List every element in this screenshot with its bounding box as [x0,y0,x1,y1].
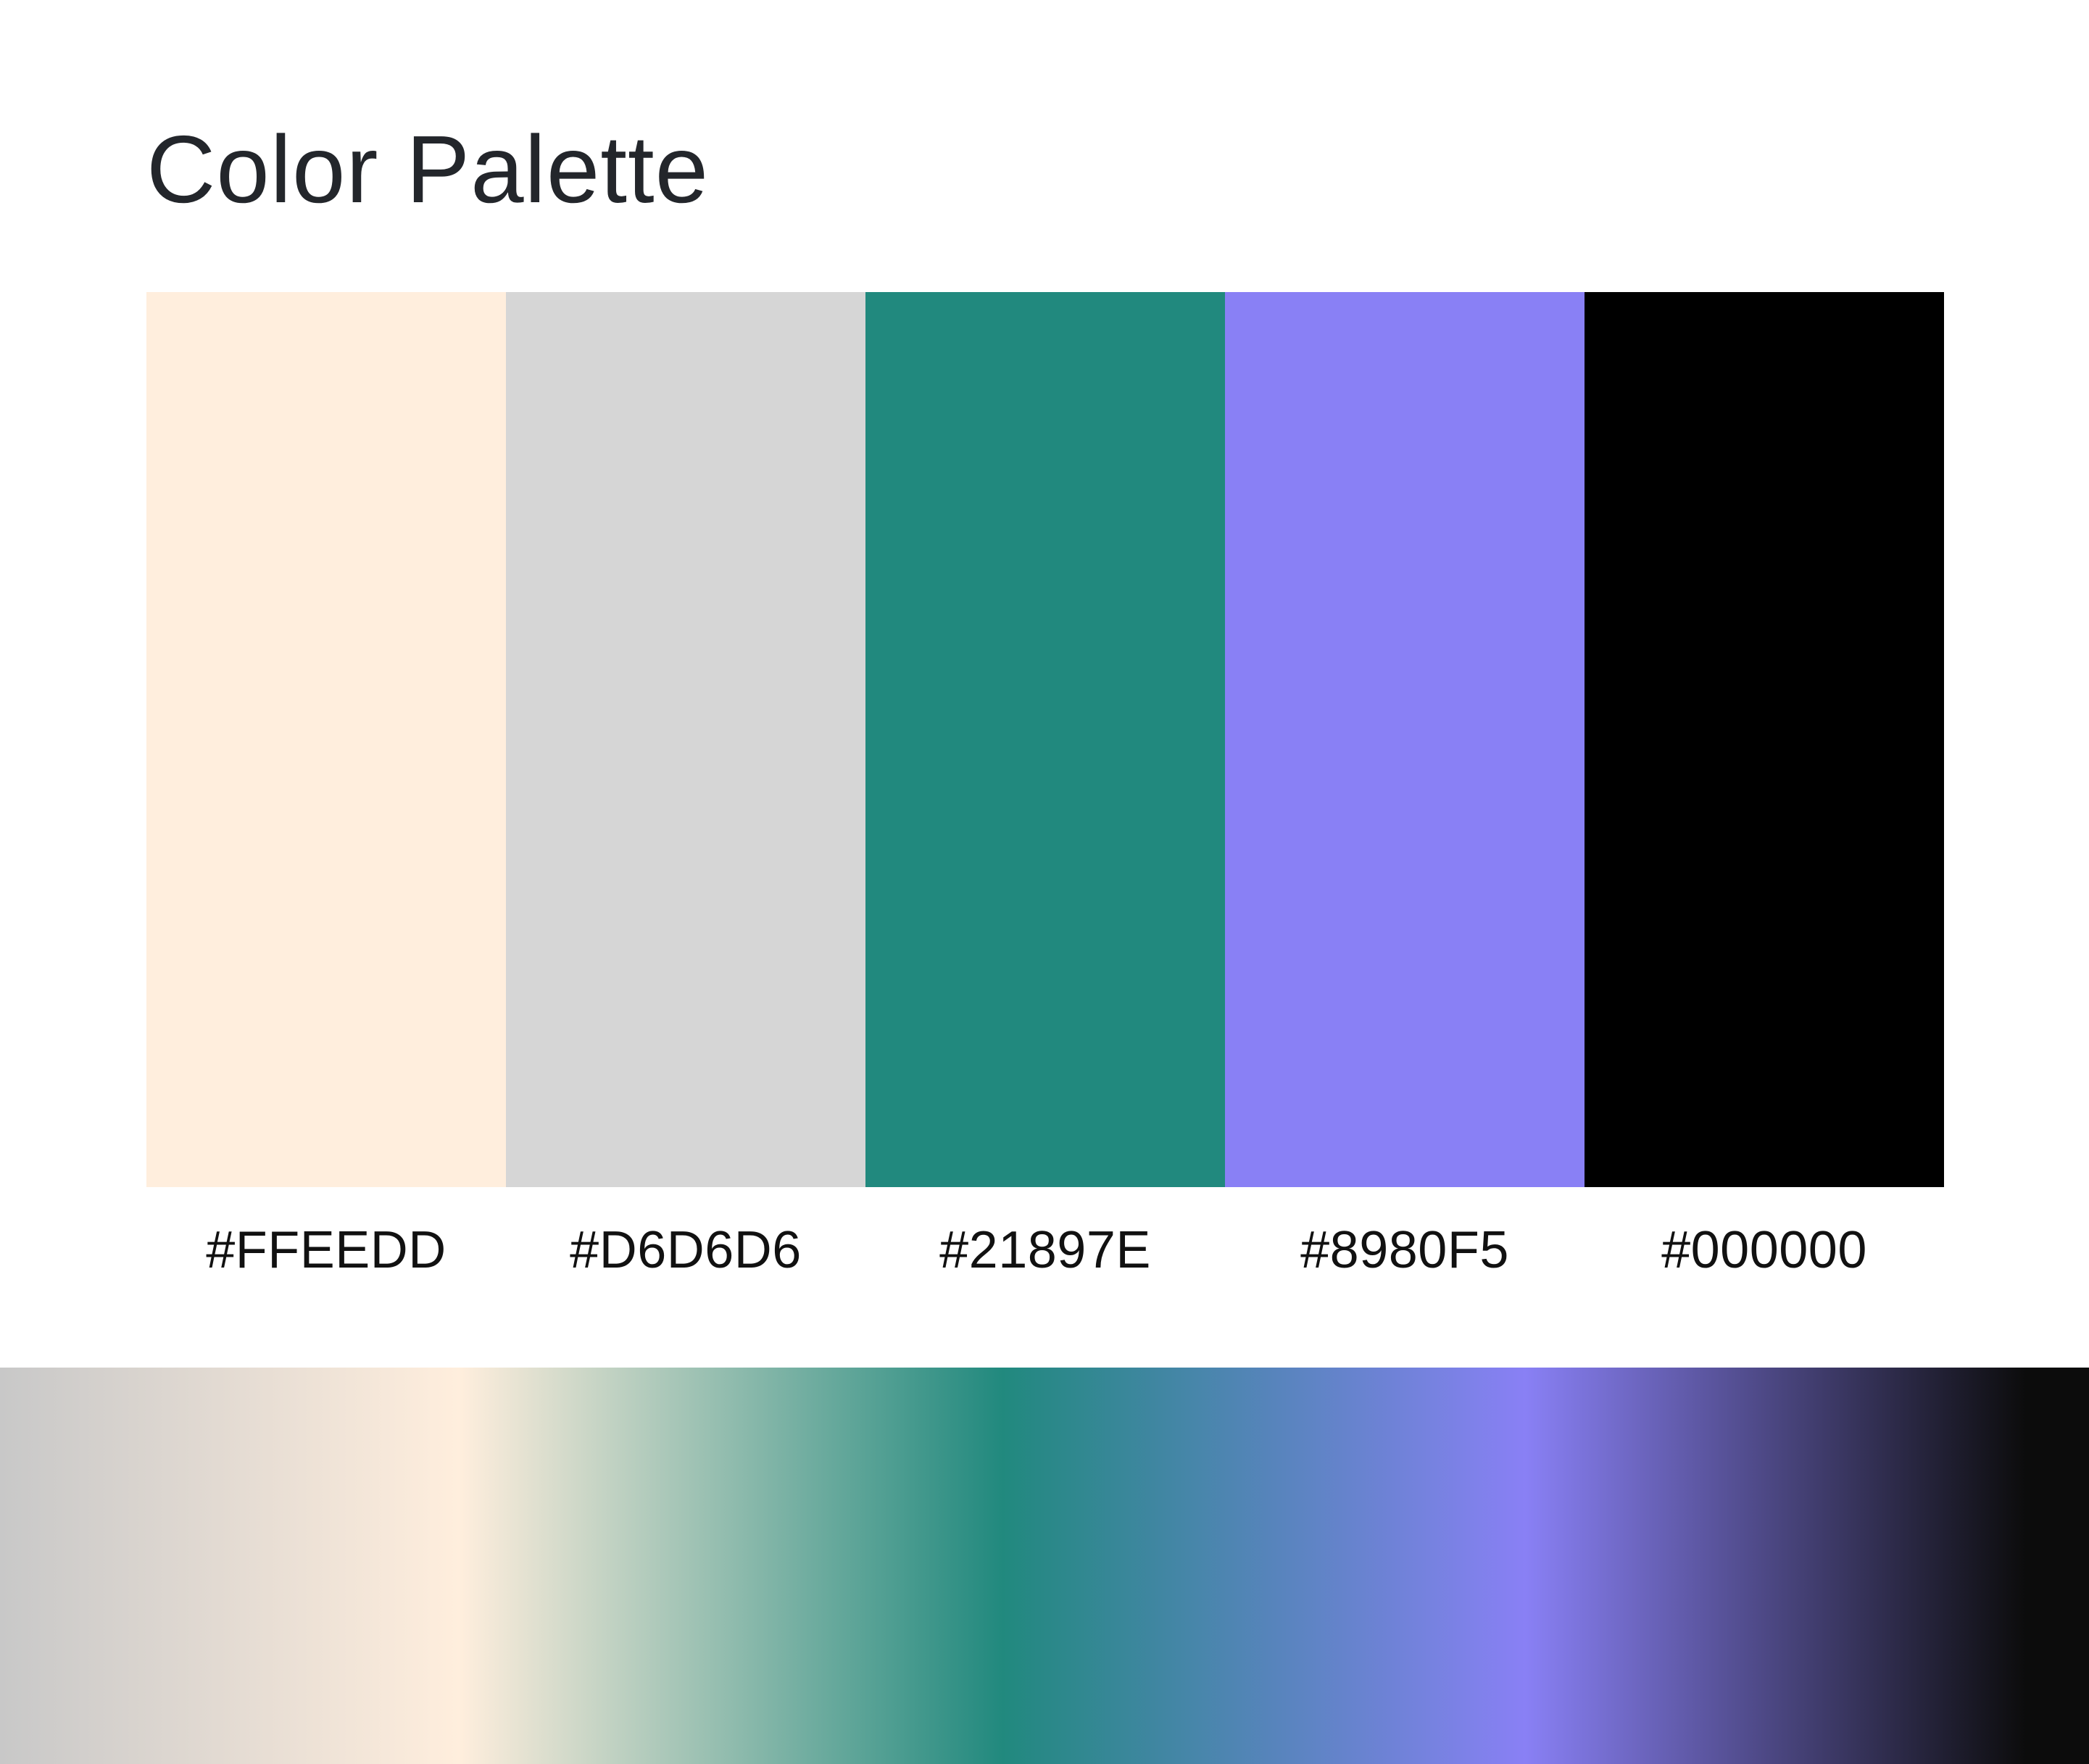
hex-code-label: #FFEEDD [206,1221,447,1279]
gradient-bar [0,1368,2089,1764]
color-swatch [1585,292,1944,1187]
hex-code-label: #D6D6D6 [570,1221,802,1279]
swatch-row [146,292,1944,1187]
hex-label-row: #FFEEDD #D6D6D6 #21897E #8980F5 #000000 [146,1218,1944,1283]
page-title: Color Palette [146,116,710,222]
hex-code-label: #8980F5 [1300,1221,1509,1279]
color-swatch [1225,292,1585,1187]
hex-code-label: #21897E [939,1221,1151,1279]
hex-code-label: #000000 [1661,1221,1867,1279]
color-swatch [506,292,865,1187]
color-swatch [865,292,1225,1187]
color-swatch [146,292,506,1187]
